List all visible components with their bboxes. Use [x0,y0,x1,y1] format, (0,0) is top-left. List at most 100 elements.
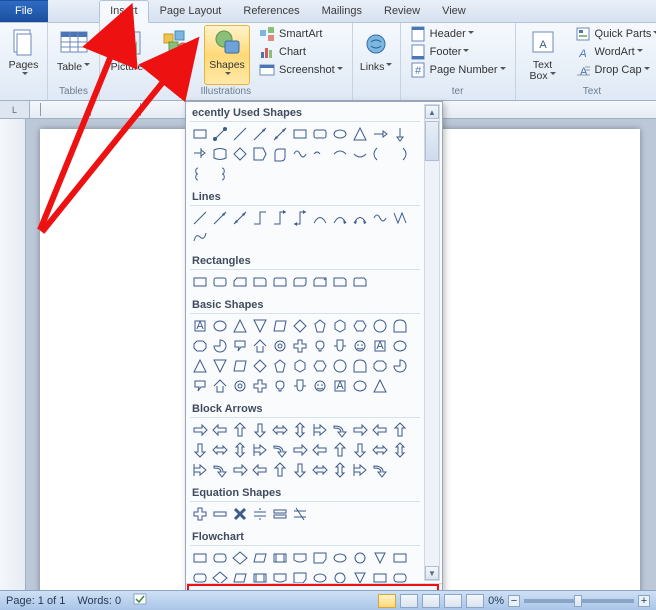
shape-item[interactable] [390,440,410,460]
view-draft[interactable] [466,594,484,608]
table-button[interactable]: Table [52,25,95,85]
shape-item[interactable] [310,420,330,440]
shape-item[interactable] [230,316,250,336]
status-proofing-icon[interactable] [133,592,147,609]
shape-item[interactable] [250,376,270,396]
pages-button[interactable]: Pages [4,25,43,85]
shape-item[interactable] [190,356,210,376]
shape-item[interactable] [230,504,250,524]
shape-item[interactable] [290,420,310,440]
shape-item[interactable] [370,440,390,460]
shape-item[interactable] [310,376,330,396]
shape-item[interactable] [190,420,210,440]
status-words[interactable]: Words: 0 [77,595,121,607]
shape-item[interactable] [210,316,230,336]
links-button[interactable]: Links [357,25,396,85]
shape-item[interactable] [250,548,270,568]
shape-item[interactable] [270,568,290,583]
shape-item[interactable] [190,460,210,480]
shape-item[interactable] [390,316,410,336]
shape-item[interactable] [230,208,250,228]
clipart-button[interactable]: Clip Art [154,25,200,85]
shape-item[interactable] [190,336,210,356]
shape-item[interactable] [270,440,290,460]
shape-item[interactable] [250,420,270,440]
shape-item[interactable] [390,144,410,164]
shape-item[interactable] [330,272,350,292]
shape-item[interactable] [290,548,310,568]
shape-item[interactable] [370,316,390,336]
shape-item[interactable] [390,336,410,356]
shape-item[interactable] [310,548,330,568]
shape-item[interactable] [270,124,290,144]
shape-item[interactable] [190,164,210,184]
shape-item[interactable] [330,440,350,460]
shape-item[interactable] [310,208,330,228]
shape-item[interactable] [290,376,310,396]
shape-item[interactable]: A [190,316,210,336]
shape-item[interactable] [350,272,370,292]
shape-item[interactable] [290,460,310,480]
shape-item[interactable] [290,144,310,164]
scroll-down-button[interactable]: ▼ [425,566,439,580]
shape-item[interactable] [310,440,330,460]
textbox-button[interactable]: A Text Box [520,25,566,85]
shape-item[interactable] [230,124,250,144]
shape-item[interactable] [270,144,290,164]
shape-item[interactable] [330,420,350,440]
shape-item[interactable] [270,336,290,356]
shape-item[interactable] [270,376,290,396]
shape-item[interactable] [210,336,230,356]
shape-item[interactable] [230,440,250,460]
shape-item[interactable] [290,568,310,583]
shape-item[interactable] [190,504,210,524]
shape-item[interactable] [350,124,370,144]
shape-item[interactable] [270,356,290,376]
tab-mailings[interactable]: Mailings [311,0,373,22]
shape-item[interactable] [270,208,290,228]
view-print-layout[interactable] [378,594,396,608]
shape-item[interactable] [310,316,330,336]
shape-item[interactable] [190,440,210,460]
tab-insert[interactable]: Insert [99,0,149,23]
shape-item[interactable] [310,356,330,376]
shape-item[interactable] [370,144,390,164]
shape-item[interactable] [250,124,270,144]
shape-item[interactable] [310,460,330,480]
tab-page-layout[interactable]: Page Layout [149,0,233,22]
screenshot-button[interactable]: Screenshot [254,61,348,79]
shape-item[interactable] [270,316,290,336]
shape-item[interactable] [350,356,370,376]
shape-item[interactable] [390,548,410,568]
shape-item[interactable] [330,548,350,568]
shape-item[interactable] [210,124,230,144]
shape-item[interactable] [190,568,210,583]
shape-item[interactable] [310,568,330,583]
shape-item[interactable] [290,316,310,336]
quickparts-button[interactable]: Quick Parts [570,25,656,43]
shape-item[interactable] [250,460,270,480]
shape-item[interactable] [290,504,310,524]
tab-references[interactable]: References [232,0,310,22]
shape-item[interactable] [330,568,350,583]
shape-item[interactable] [330,144,350,164]
shape-item[interactable] [350,420,370,440]
wordart-button[interactable]: AWordArt [570,43,656,61]
shape-item[interactable] [330,336,350,356]
scroll-thumb[interactable] [425,121,439,161]
shape-item[interactable] [230,568,250,583]
shape-item[interactable] [290,356,310,376]
shape-item[interactable] [390,420,410,440]
shape-item[interactable] [350,376,370,396]
shape-item[interactable] [370,356,390,376]
shape-item[interactable] [310,336,330,356]
shape-item[interactable] [330,208,350,228]
zoom-slider-thumb[interactable] [574,595,582,607]
shape-item[interactable] [330,356,350,376]
footer-button[interactable]: Footer [405,43,511,61]
shape-item[interactable] [270,272,290,292]
shape-item[interactable] [350,548,370,568]
shape-item[interactable] [390,124,410,144]
shape-item[interactable] [350,336,370,356]
shape-item[interactable] [210,440,230,460]
